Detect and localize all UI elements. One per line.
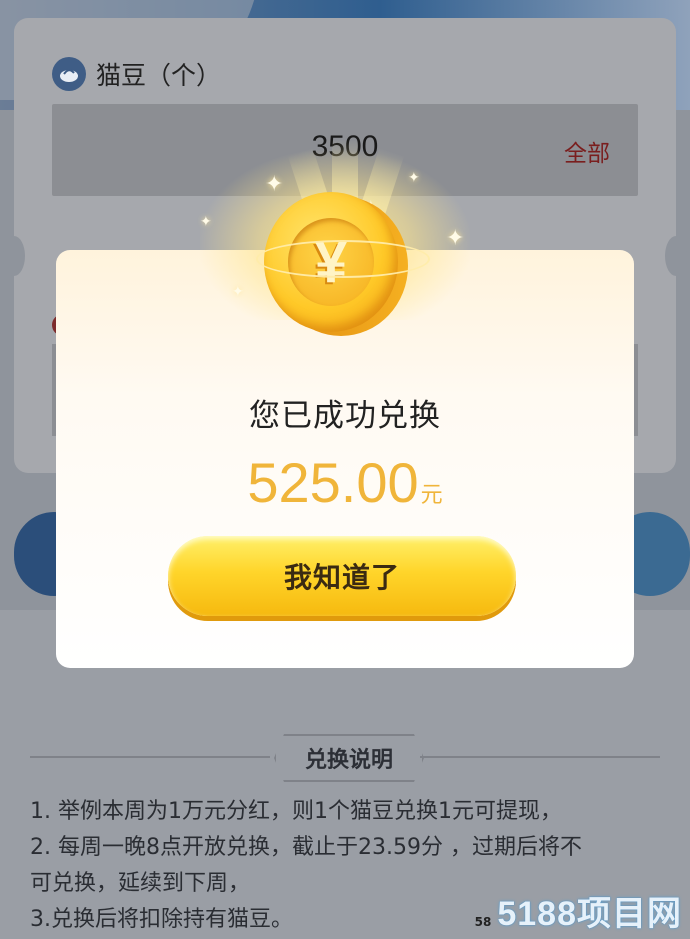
amount-number: 525.00 <box>247 451 419 514</box>
sparkle-icon: ✦ <box>232 284 244 300</box>
amount-unit: 元 <box>420 482 443 507</box>
rules-title: 兑换说明 <box>274 734 424 782</box>
watermark-small: 58 <box>474 915 492 929</box>
divider-line-left <box>30 756 270 758</box>
rule-line-2: 2. 每周一晚8点开放兑换，截止于23.59分 ，过期后将不 <box>30 835 582 860</box>
sparkle-icon: ✦ <box>408 170 420 186</box>
all-button[interactable]: 全部 <box>564 134 610 168</box>
card-notch-left <box>3 236 25 276</box>
success-message: 您已成功兑换 <box>249 398 441 434</box>
rules-divider: 兑换说明 <box>30 734 660 780</box>
sparkle-icon: ✦ <box>200 214 212 230</box>
coin-ring <box>256 240 430 278</box>
watermark: 58 5188项目网 <box>475 886 682 935</box>
confirm-button[interactable]: 我知道了 <box>168 536 516 616</box>
card-notch-right <box>665 236 687 276</box>
rule-line-1: 1. 举例本周为1万元分红，则1个猫豆兑换1元可提现， <box>30 799 562 824</box>
bean-label: 猫豆（个） <box>96 61 222 90</box>
yuan-coin-icon: ¥ <box>256 192 430 342</box>
bean-row: 猫豆（个） <box>52 56 221 92</box>
divider-line-right <box>420 756 660 758</box>
bean-icon <box>52 57 86 91</box>
watermark-brand: 5188项目网 <box>497 895 682 933</box>
sparkle-icon: ✦ <box>446 226 465 251</box>
exchanged-amount: 525.00元 <box>56 450 634 515</box>
